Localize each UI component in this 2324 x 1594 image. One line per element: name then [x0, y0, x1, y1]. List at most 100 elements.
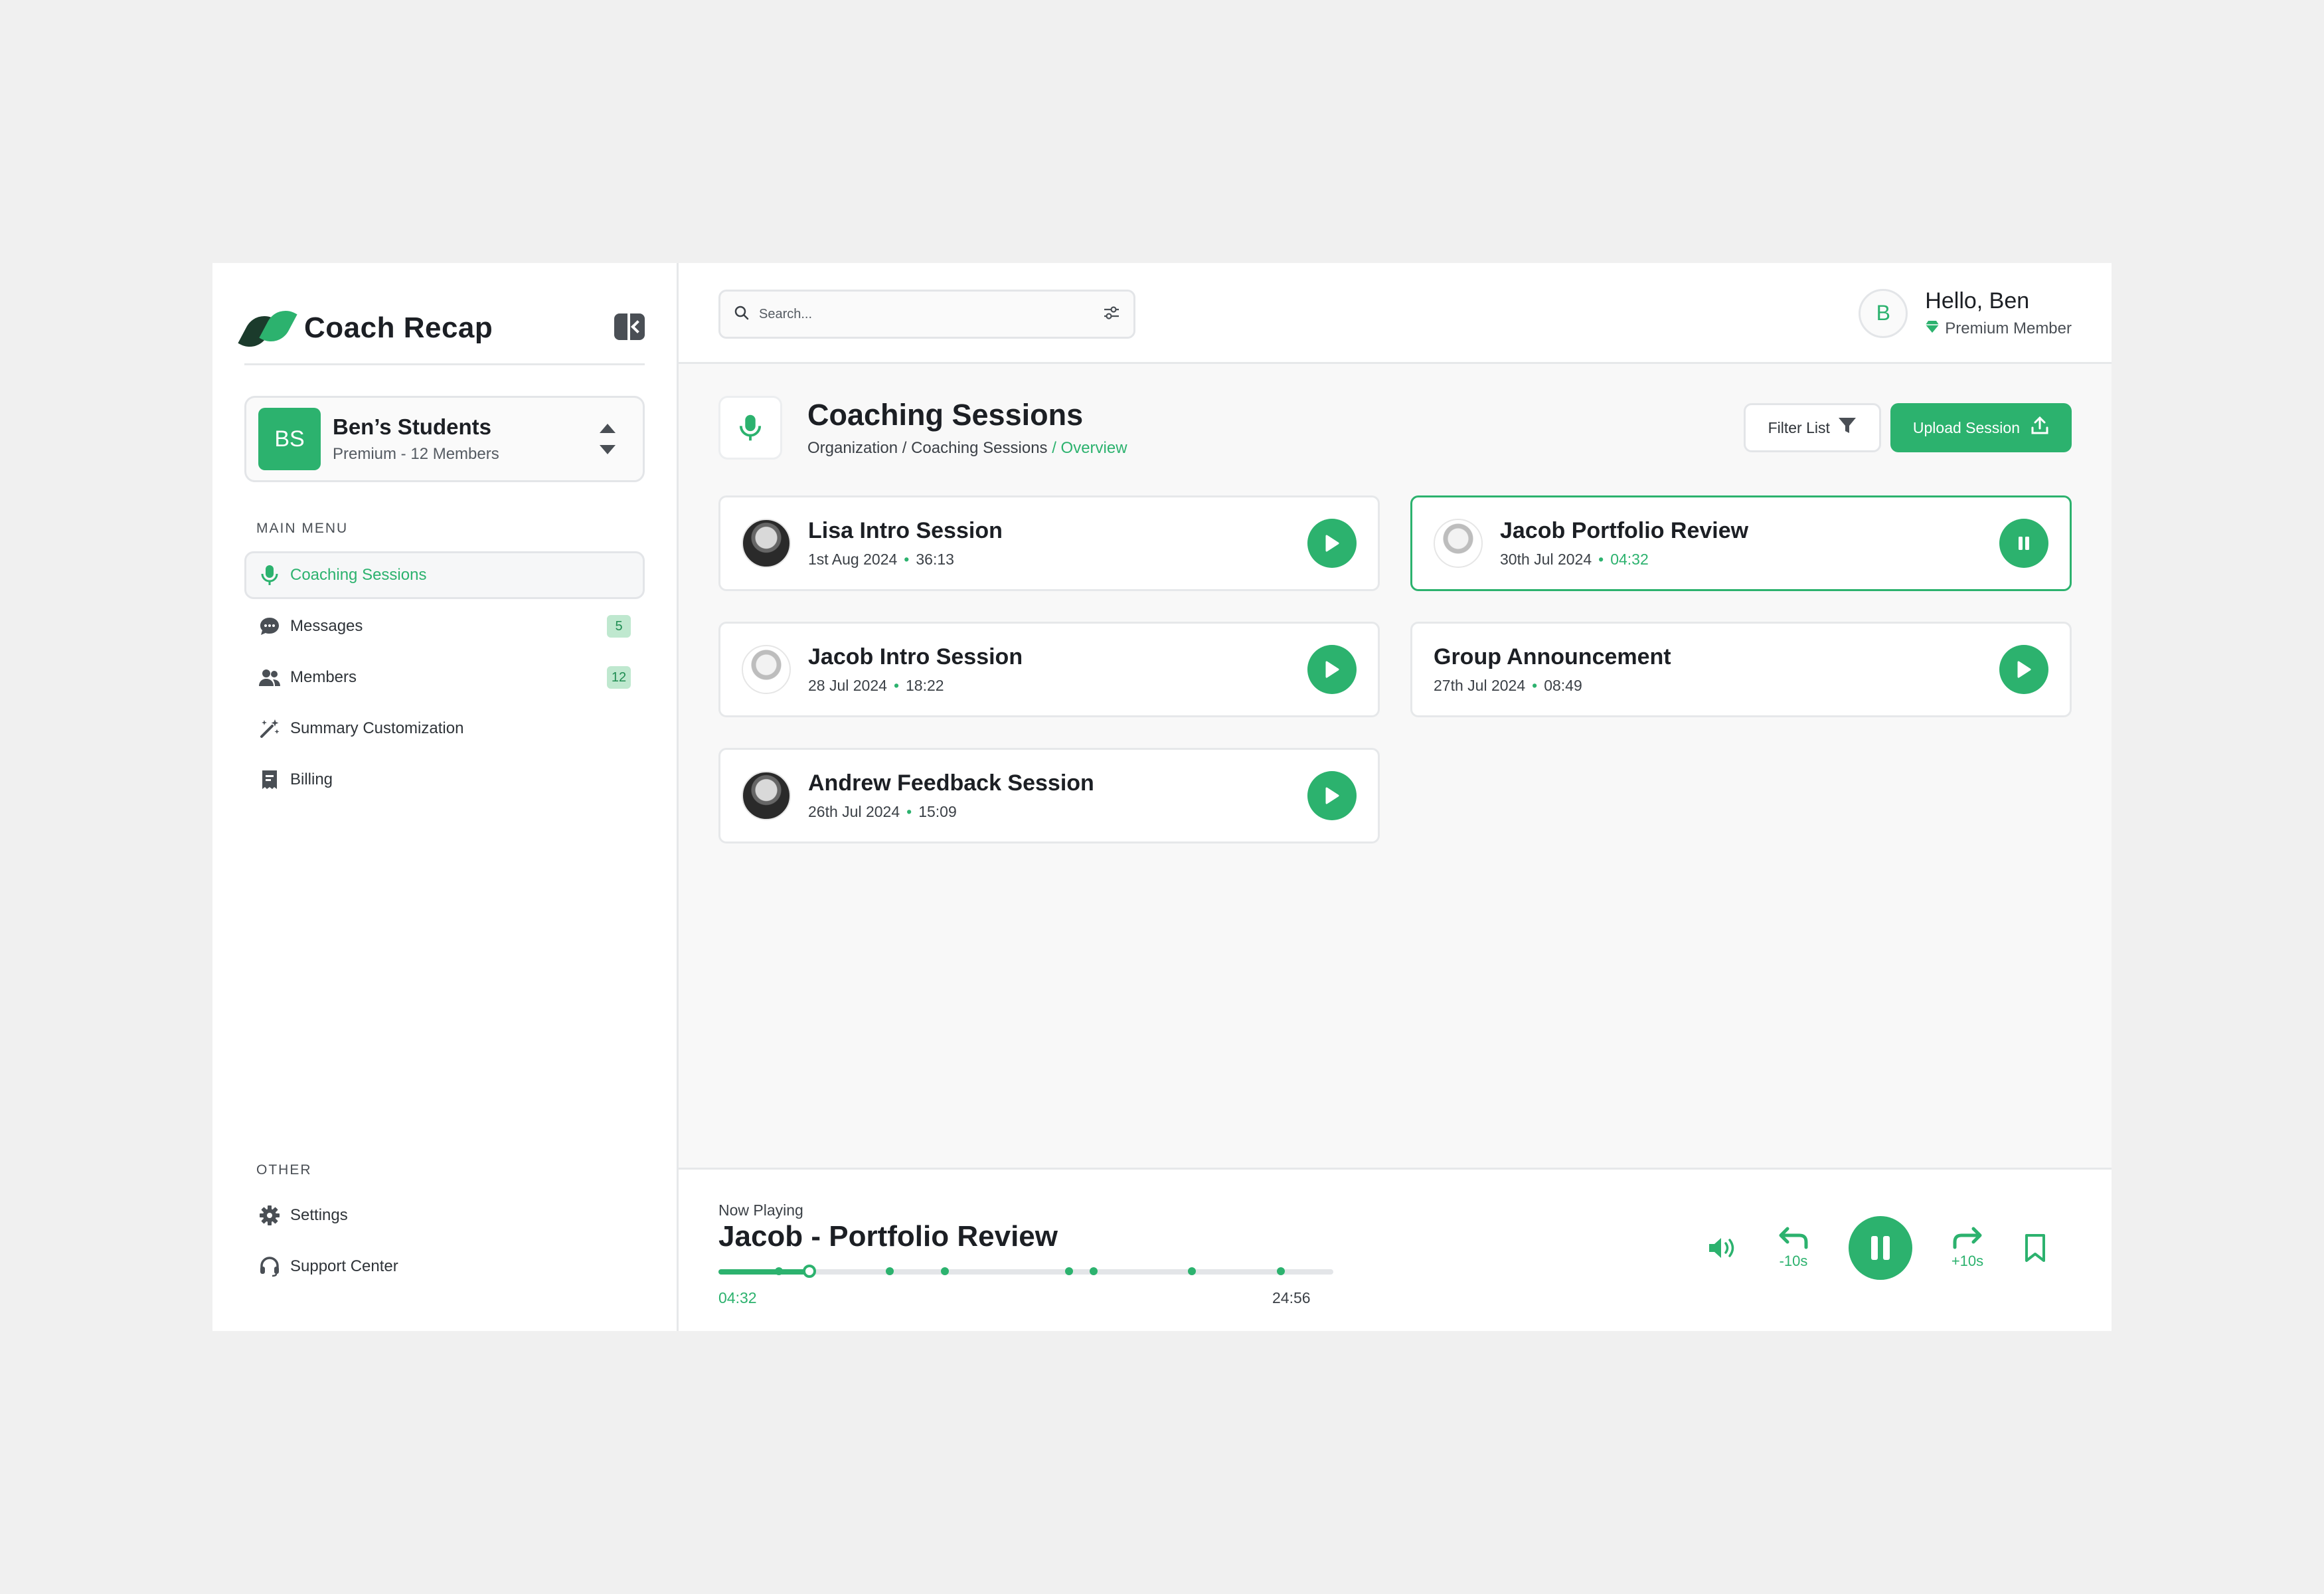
headset-icon: [258, 1255, 281, 1278]
forward-icon: [1953, 1227, 1982, 1249]
sidebar-item-label: Messages: [290, 617, 363, 635]
count-badge: 5: [607, 615, 631, 638]
sidebar-item-label: Settings: [290, 1206, 348, 1224]
session-meta: 1st Aug 2024 • 36:13: [808, 551, 954, 568]
session-meta: 30th Jul 2024 • 04:32: [1500, 551, 1649, 568]
filter-list-label: Filter List: [1768, 418, 1830, 436]
breadcrumb: Organization / Coaching Sessions / Overv…: [807, 439, 1127, 458]
sidebar-item-messages[interactable]: Messages 5: [244, 602, 645, 650]
sidebar-item-settings[interactable]: Settings: [244, 1192, 645, 1239]
chapter-marker[interactable]: [1188, 1267, 1197, 1275]
sidebar-item-coaching-sessions[interactable]: Coaching Sessions: [244, 551, 645, 599]
microphone-icon: [718, 396, 782, 460]
user-greeting: Hello, Ben: [1925, 288, 2030, 313]
topbar: B Hello, Ben Premium Member: [679, 263, 2112, 364]
session-title: Jacob Intro Session: [808, 644, 1023, 669]
sidebar-collapse-icon[interactable]: [614, 313, 645, 340]
session-meta: 28 Jul 2024 • 18:22: [808, 677, 944, 694]
other-menu-label: OTHER: [256, 1162, 312, 1178]
team-switcher[interactable]: BS Ben’s Students Premium - 12 Members: [244, 396, 645, 482]
chapter-marker[interactable]: [1089, 1267, 1098, 1275]
session-title: Jacob Portfolio Review: [1500, 518, 1749, 543]
now-playing-label: Now Playing: [718, 1201, 803, 1219]
page-header: Coaching Sessions Organization / Coachin…: [718, 395, 2072, 461]
app-name: Coach Recap: [304, 311, 493, 344]
search-input[interactable]: [759, 306, 1103, 322]
diamond-icon: [1925, 319, 1940, 338]
upload-session-button[interactable]: Upload Session: [1890, 403, 2072, 452]
sidebar: Coach Recap BS Ben’s Students Premium - …: [212, 263, 679, 1331]
upload-icon: [2031, 416, 2049, 439]
play-button[interactable]: [1307, 519, 1357, 568]
sidebar-item-members[interactable]: Members 12: [244, 654, 645, 701]
bookmark-button[interactable]: [2023, 1233, 2048, 1263]
session-card[interactable]: Jacob Portfolio Review 30th Jul 2024 • 04:…: [1410, 495, 2072, 591]
volume-button[interactable]: [1706, 1235, 1738, 1261]
player-controls: -10s +10s: [1706, 1216, 2048, 1280]
progress-fill: [718, 1269, 810, 1275]
rewind-label: -10s: [1779, 1253, 1808, 1269]
upload-session-label: Upload Session: [1912, 418, 2020, 436]
progress-thumb[interactable]: [803, 1265, 817, 1278]
session-duration: 36:13: [916, 551, 954, 568]
rewind-10-button[interactable]: -10s: [1777, 1226, 1810, 1270]
count-badge: 12: [607, 666, 631, 689]
main-content: B Hello, Ben Premium Member Coaching Ses…: [679, 263, 2112, 1331]
user-profile[interactable]: B Hello, Ben Premium Member: [1859, 288, 2072, 338]
avatar: [742, 519, 791, 568]
chapter-marker[interactable]: [774, 1267, 783, 1275]
team-subtitle: Premium - 12 Members: [333, 445, 499, 463]
pause-button[interactable]: [1999, 519, 2048, 568]
play-button[interactable]: [1307, 645, 1357, 694]
session-card[interactable]: Jacob Intro Session 28 Jul 2024 • 18:22: [718, 622, 1380, 717]
play-icon: [1325, 661, 1339, 678]
filter-sliders-icon[interactable]: [1103, 306, 1120, 323]
play-button[interactable]: [1999, 645, 2048, 694]
sidebar-item-support-center[interactable]: Support Center: [244, 1243, 645, 1290]
team-avatar: BS: [258, 408, 321, 470]
now-playing-title: Jacob - Portfolio Review: [718, 1220, 1058, 1253]
sidebar-item-label: Summary Customization: [290, 719, 464, 737]
play-icon: [2017, 661, 2031, 678]
app-window: Coach Recap BS Ben’s Students Premium - …: [212, 263, 2112, 1331]
main-menu: Coaching Sessions Messages 5 Members 12: [244, 551, 645, 807]
microphone-icon: [258, 564, 281, 586]
chapter-marker[interactable]: [1064, 1267, 1073, 1275]
filter-list-button[interactable]: Filter List: [1743, 403, 1881, 452]
chapter-marker[interactable]: [940, 1267, 949, 1275]
avatar: [742, 771, 791, 820]
chapter-marker[interactable]: [886, 1267, 894, 1275]
session-card[interactable]: Group Announcement 27th Jul 2024 • 08:49: [1410, 622, 2072, 717]
receipt-icon: [258, 768, 281, 791]
chapter-marker[interactable]: [1277, 1267, 1286, 1275]
sidebar-header: Coach Recap: [238, 292, 645, 365]
gear-icon: [258, 1204, 281, 1227]
total-time: 24:56: [1272, 1289, 1311, 1306]
session-card[interactable]: Andrew Feedback Session 26th Jul 2024 • 15…: [718, 748, 1380, 843]
sidebar-item-summary-customization[interactable]: Summary Customization: [244, 705, 645, 753]
session-card[interactable]: Lisa Intro Session 1st Aug 2024 • 36:13: [718, 495, 1380, 591]
current-time: 04:32: [718, 1289, 757, 1306]
session-title: Lisa Intro Session: [808, 518, 1003, 543]
magic-wand-icon: [258, 717, 281, 740]
pause-icon: [1871, 1236, 1890, 1260]
breadcrumb-current: / Overview: [1052, 439, 1127, 457]
session-date: 28 Jul 2024: [808, 677, 887, 694]
bookmark-icon: [2025, 1234, 2045, 1262]
search-box: [718, 290, 1135, 339]
main-pause-button[interactable]: [1849, 1216, 1912, 1280]
funnel-icon: [1838, 416, 1857, 439]
sidebar-item-billing[interactable]: Billing: [244, 756, 645, 804]
play-button[interactable]: [1307, 771, 1357, 820]
session-meta: 26th Jul 2024 • 15:09: [808, 803, 957, 820]
session-title: Group Announcement: [1434, 644, 1671, 669]
breadcrumb-path[interactable]: Organization / Coaching Sessions: [807, 439, 1052, 457]
sidebar-item-label: Members: [290, 668, 357, 686]
avatar: [742, 645, 791, 694]
membership-label: Premium Member: [1945, 319, 2072, 337]
rewind-icon: [1779, 1227, 1808, 1249]
progress-track[interactable]: [718, 1265, 1333, 1278]
session-duration: 18:22: [906, 677, 944, 694]
user-avatar: B: [1859, 288, 1908, 338]
forward-10-button[interactable]: +10s: [1951, 1226, 1984, 1270]
